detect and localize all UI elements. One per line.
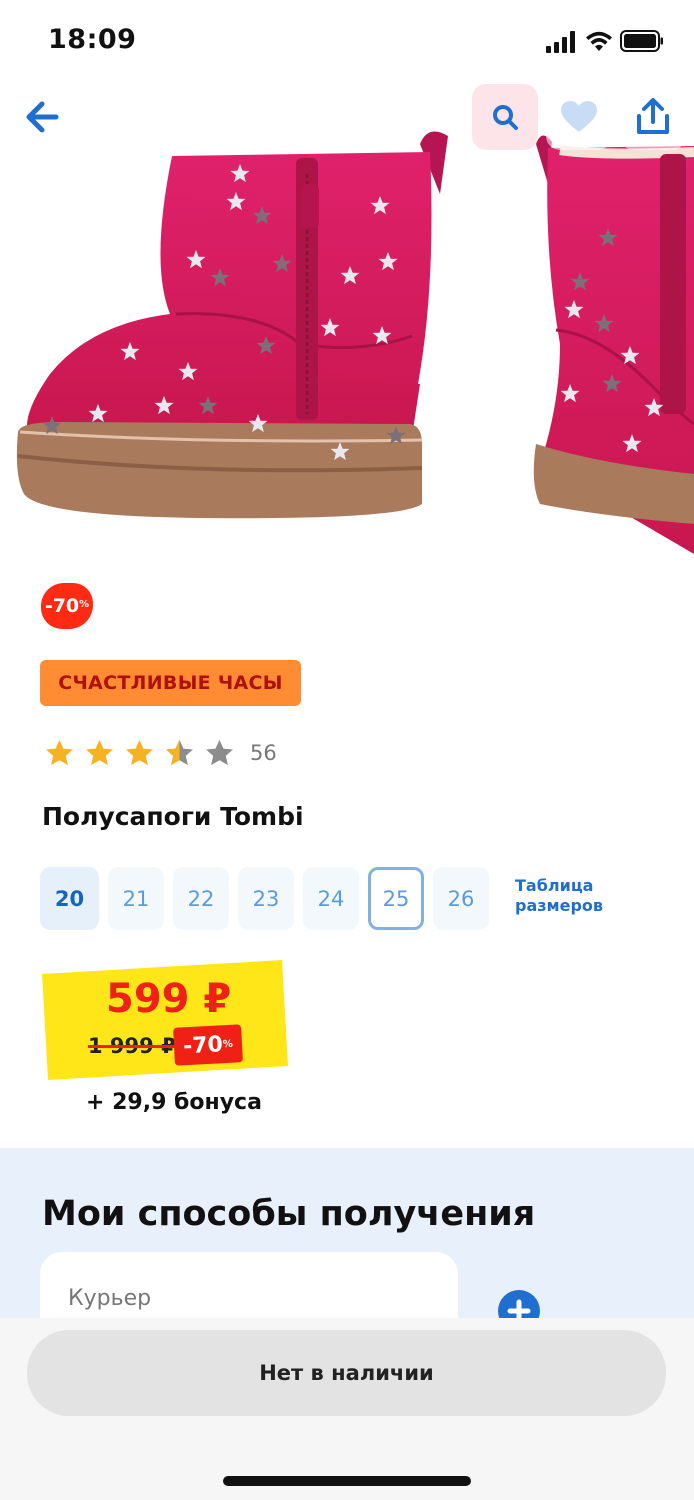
discount-sticker-value: -70	[44, 595, 80, 617]
size-chip[interactable]: 24	[303, 867, 359, 930]
size-table-link[interactable]: Таблица размеров	[515, 876, 603, 916]
price-discount-value: -70	[182, 1031, 224, 1059]
product-image-carousel[interactable]	[0, 84, 694, 554]
favorite-button[interactable]	[546, 84, 612, 150]
cellular-signal-icon	[546, 31, 575, 53]
out-of-stock-button[interactable]: Нет в наличии	[27, 1330, 666, 1416]
home-indicator	[223, 1476, 471, 1486]
search-icon	[493, 105, 518, 130]
bonus-points: + 29,9 бонуса	[86, 1090, 262, 1115]
wifi-icon	[586, 31, 612, 51]
discount-sticker-unit: %	[79, 598, 90, 610]
price-discount-badge: -70%	[173, 1024, 243, 1066]
back-button[interactable]	[10, 84, 76, 150]
star-empty-icon	[206, 739, 233, 765]
share-button[interactable]	[620, 84, 686, 150]
price-discount-unit: %	[222, 1038, 234, 1050]
promo-badge[interactable]: СЧАСТЛИВЫЕ ЧАСЫ	[40, 660, 301, 706]
old-price: 1 999 ₽	[88, 1034, 176, 1058]
share-icon	[637, 98, 669, 134]
star-full-icon	[126, 739, 153, 765]
current-price: 599 ₽	[106, 976, 232, 1022]
star-full-icon	[46, 739, 73, 765]
status-time: 18:09	[48, 24, 137, 55]
size-chip[interactable]: 23	[238, 867, 294, 930]
size-table-link-line1: Таблица	[515, 876, 594, 895]
status-bar: 18:09	[0, 0, 694, 84]
delivery-section: Мои способы получения Курьер	[0, 1148, 694, 1352]
size-chip[interactable]: 21	[108, 867, 164, 930]
bottom-action-bar: Нет в наличии	[0, 1318, 694, 1500]
product-title: Полусапоги Tombi	[42, 802, 304, 831]
rating[interactable]: 56	[44, 736, 277, 770]
heart-icon	[561, 101, 597, 132]
size-chip[interactable]: 25	[368, 867, 424, 930]
size-table-link-line2: размеров	[515, 896, 604, 915]
back-arrow-icon	[26, 101, 59, 133]
star-half-icon	[166, 739, 193, 765]
size-chip[interactable]: 22	[173, 867, 229, 930]
price-block: 599 ₽ 1 999 ₽ -70%	[38, 958, 290, 1082]
rating-count: 56	[250, 741, 277, 765]
star-full-icon	[86, 739, 113, 765]
delivery-title: Мои способы получения	[42, 1194, 536, 1234]
delivery-option-label: Курьер	[68, 1286, 152, 1311]
product-image	[16, 131, 694, 554]
size-chip[interactable]: 26	[433, 867, 489, 930]
size-selector: 20 21 22 23 24 25 26	[40, 867, 498, 930]
search-button[interactable]	[472, 84, 538, 150]
battery-icon	[620, 30, 663, 52]
discount-sticker: -70%	[41, 583, 93, 629]
size-chip[interactable]: 20	[40, 867, 99, 930]
